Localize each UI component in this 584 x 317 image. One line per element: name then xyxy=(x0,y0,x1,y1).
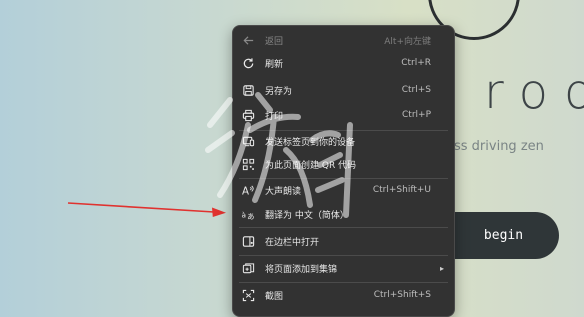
menu-item-read-aloud[interactable]: A 大声朗读 Ctrl+Shift+U xyxy=(233,179,454,201)
menu-item-label: 发送标签页到你的设备 xyxy=(265,137,356,148)
menu-item-label: 打印 xyxy=(265,111,284,122)
menu-item-shortcut: Ctrl+S xyxy=(401,85,431,95)
svg-text:あ: あ xyxy=(247,212,254,221)
menu-item-save-as[interactable]: 另存为 Ctrl+S xyxy=(233,79,454,101)
menu-item-open-in-sidebar[interactable]: 在边栏中打开 xyxy=(233,230,454,252)
menu-separator xyxy=(239,255,448,256)
menu-item-print[interactable]: 打印 Ctrl+P xyxy=(233,104,454,126)
menu-item-label: 为此页面创建 QR 代码 xyxy=(265,160,357,171)
menu-item-label: 翻译为 中文（简体） xyxy=(265,210,349,221)
menu-item-label: 刷新 xyxy=(265,59,284,70)
menu-separator xyxy=(239,227,448,228)
menu-item-back[interactable]: 返回 Alt+向左键 xyxy=(233,29,454,51)
back-arrow-icon xyxy=(241,33,255,47)
menu-item-label: 在边栏中打开 xyxy=(265,237,320,248)
save-as-icon xyxy=(241,83,255,97)
collections-icon xyxy=(241,261,255,275)
menu-item-send-to-device[interactable]: 发送标签页到你的设备 xyxy=(233,130,454,152)
menu-item-shortcut: Ctrl+R xyxy=(401,58,431,68)
menu-item-shortcut: Ctrl+Shift+S xyxy=(373,290,431,300)
menu-item-refresh[interactable]: 刷新 Ctrl+R xyxy=(233,52,454,74)
send-to-device-icon xyxy=(241,134,255,148)
menu-item-shortcut: Alt+向左键 xyxy=(384,36,431,47)
menu-item-label: 大声朗读 xyxy=(265,186,302,197)
menu-item-label: 截图 xyxy=(265,291,284,302)
menu-item-label: 将页面添加到集锦 xyxy=(265,264,338,275)
refresh-icon xyxy=(241,56,255,70)
svg-text:à: à xyxy=(242,210,247,219)
menu-item-shortcut: Ctrl+Shift+U xyxy=(372,185,431,195)
menu-item-shortcut: Ctrl+P xyxy=(402,110,431,120)
context-menu: 返回 Alt+向左键 刷新 Ctrl+R 另存为 Ctrl+S 打印 Ctrl+… xyxy=(232,25,455,317)
menu-item-add-to-collections[interactable]: 将页面添加到集锦 ▸ xyxy=(233,257,454,279)
screenshot-icon xyxy=(241,288,255,302)
submenu-chevron-icon: ▸ xyxy=(439,263,444,273)
menu-item-translate[interactable]: àあ 翻译为 中文（简体） xyxy=(233,203,454,225)
menu-item-label: 另存为 xyxy=(265,86,293,97)
svg-text:A: A xyxy=(242,186,249,196)
sidebar-icon xyxy=(241,234,255,248)
menu-item-label: 返回 xyxy=(265,36,284,47)
menu-item-create-qr-code[interactable]: 为此页面创建 QR 代码 xyxy=(233,153,454,175)
print-icon xyxy=(241,108,255,122)
qr-code-icon xyxy=(241,157,255,171)
read-aloud-icon: A xyxy=(241,183,255,197)
translate-icon: àあ xyxy=(241,207,255,221)
menu-item-screenshot[interactable]: 截图 Ctrl+Shift+S xyxy=(233,284,454,306)
menu-separator xyxy=(239,282,448,283)
